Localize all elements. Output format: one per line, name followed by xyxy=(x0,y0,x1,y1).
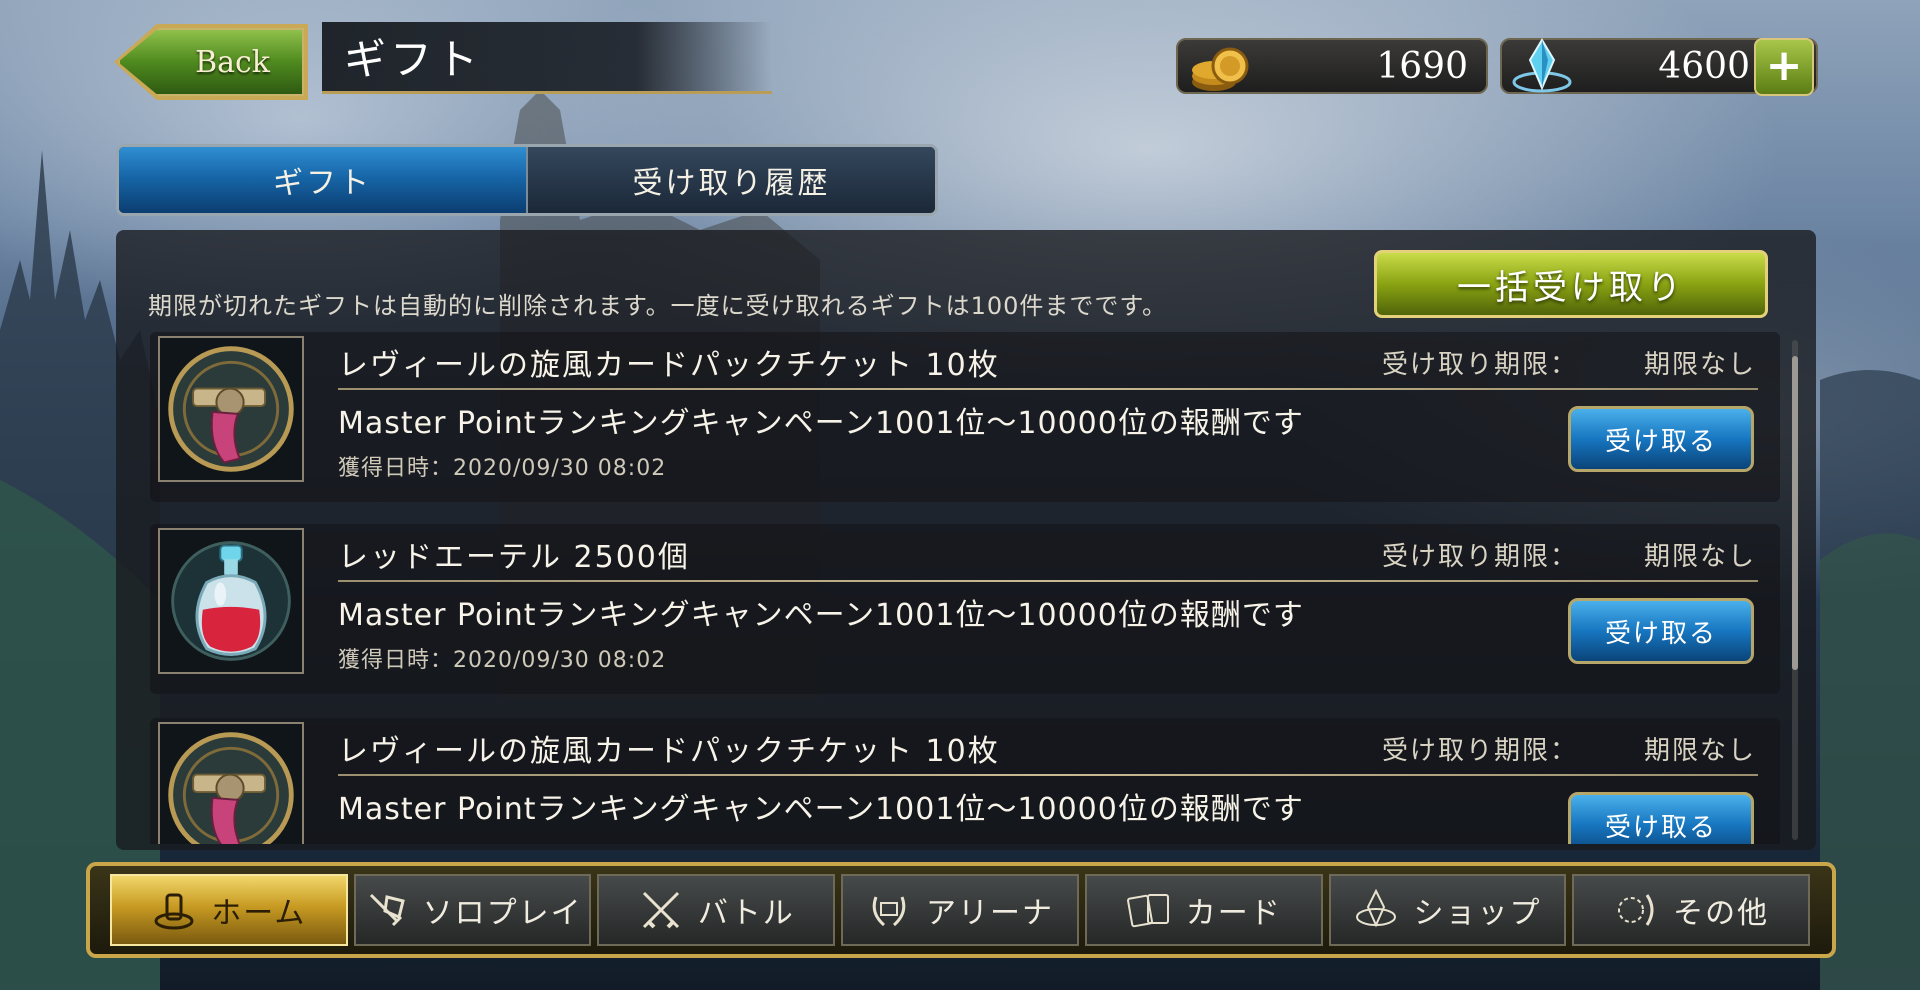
gift-description: Master Pointランキングキャンペーン1001位〜10000位の報酬です xyxy=(338,792,1304,827)
receive-button[interactable]: 受け取る xyxy=(1568,792,1754,844)
nav-shop[interactable]: ショップ xyxy=(1328,874,1567,946)
gift-description: Master Pointランキングキャンペーン1001位〜10000位の報酬です xyxy=(338,598,1304,633)
gift-list: レヴィールの旋風カードパックチケット 10枚 受け取り期限： 期限なし Mast… xyxy=(150,332,1780,844)
gift-notice: 期限が切れたギフトは自動的に削除されます。一度に受け取れるギフトは100件までで… xyxy=(148,292,1168,320)
bulk-receive-button[interactable]: 一括受け取り xyxy=(1374,250,1768,318)
revolver-ticket-icon xyxy=(158,336,304,482)
arena-laurel-icon xyxy=(872,896,906,927)
gold-coins-icon xyxy=(1192,47,1249,91)
solo-play-icon xyxy=(369,893,405,927)
nav-home[interactable]: ホーム xyxy=(110,874,348,946)
gift-tabs: ギフト 受け取り履歴 xyxy=(116,144,938,216)
cards-icon xyxy=(1126,894,1169,928)
nav-cards[interactable]: カード xyxy=(1084,874,1323,946)
row-divider xyxy=(338,388,1758,390)
other-icon xyxy=(1618,894,1654,926)
gift-name: レヴィールの旋風カードパックチケット 10枚 xyxy=(338,348,1000,383)
deadline-value: 期限なし xyxy=(1644,736,1757,766)
nav-arena[interactable]: アリーナ xyxy=(841,874,1079,946)
nav-other[interactable]: その他 xyxy=(1572,874,1811,946)
coin-counter: 1690 xyxy=(1176,38,1488,94)
receive-button[interactable]: 受け取る xyxy=(1568,406,1754,472)
gift-date: 獲得日時：2020/09/30 08:02 xyxy=(338,456,667,481)
nav-solo-play[interactable]: ソロプレイ xyxy=(353,874,592,946)
gift-name: レヴィールの旋風カードパックチケット 10枚 xyxy=(338,734,1000,769)
receive-button[interactable]: 受け取る xyxy=(1568,598,1754,664)
row-divider xyxy=(338,774,1758,776)
crystal-icon xyxy=(1512,38,1572,93)
nav-label: バトル xyxy=(697,896,795,931)
page-title: ギフト xyxy=(322,22,772,94)
nav-label: アリーナ xyxy=(926,896,1055,931)
nav-label: ホーム xyxy=(211,896,307,931)
gift-row: レッドエーテル 2500個 受け取り期限： 期限なし Master Pointラ… xyxy=(150,524,1780,694)
shop-crystal-icon xyxy=(1356,888,1397,928)
list-scrollbar-thumb[interactable] xyxy=(1792,356,1798,670)
revolver-ticket-icon xyxy=(158,722,304,844)
gift-date: 獲得日時：2020/09/30 08:02 xyxy=(338,648,667,673)
gift-description: Master Pointランキングキャンペーン1001位〜10000位の報酬です xyxy=(338,406,1304,441)
deadline-label: 受け取り期限： xyxy=(1382,542,1579,572)
nav-battle[interactable]: バトル xyxy=(597,874,836,946)
nav-label: カード xyxy=(1185,896,1282,931)
deadline-label: 受け取り期限： xyxy=(1382,350,1579,380)
add-crystals-button[interactable]: + xyxy=(1754,38,1814,96)
deadline-value: 期限なし xyxy=(1644,542,1757,572)
gift-row: レヴィールの旋風カードパックチケット 10枚 受け取り期限： 期限なし Mast… xyxy=(150,718,1780,844)
coin-amount: 1690 xyxy=(1376,45,1468,87)
nav-label: その他 xyxy=(1673,896,1770,931)
row-divider xyxy=(338,580,1758,582)
deadline-label: 受け取り期限： xyxy=(1382,736,1579,766)
crossed-swords-icon xyxy=(642,891,679,929)
gift-name: レッドエーテル 2500個 xyxy=(338,540,690,575)
nav-label: ショップ xyxy=(1413,896,1542,931)
gift-row: レヴィールの旋風カードパックチケット 10枚 受け取り期限： 期限なし Mast… xyxy=(150,332,1780,502)
crystal-amount: 4600 xyxy=(1658,45,1750,87)
page-title-text: ギフト xyxy=(344,35,483,84)
deadline-value: 期限なし xyxy=(1644,350,1757,380)
tab-gift[interactable]: ギフト xyxy=(119,147,526,213)
home-icon xyxy=(154,893,194,930)
tab-receive-history[interactable]: 受け取り履歴 xyxy=(526,147,935,213)
bottom-nav: ホーム ソロプレイ バトル アリーナ カード ショップ その他 xyxy=(110,874,1811,946)
nav-label: ソロプレイ xyxy=(422,896,583,931)
red-ether-potion-icon xyxy=(158,528,304,674)
